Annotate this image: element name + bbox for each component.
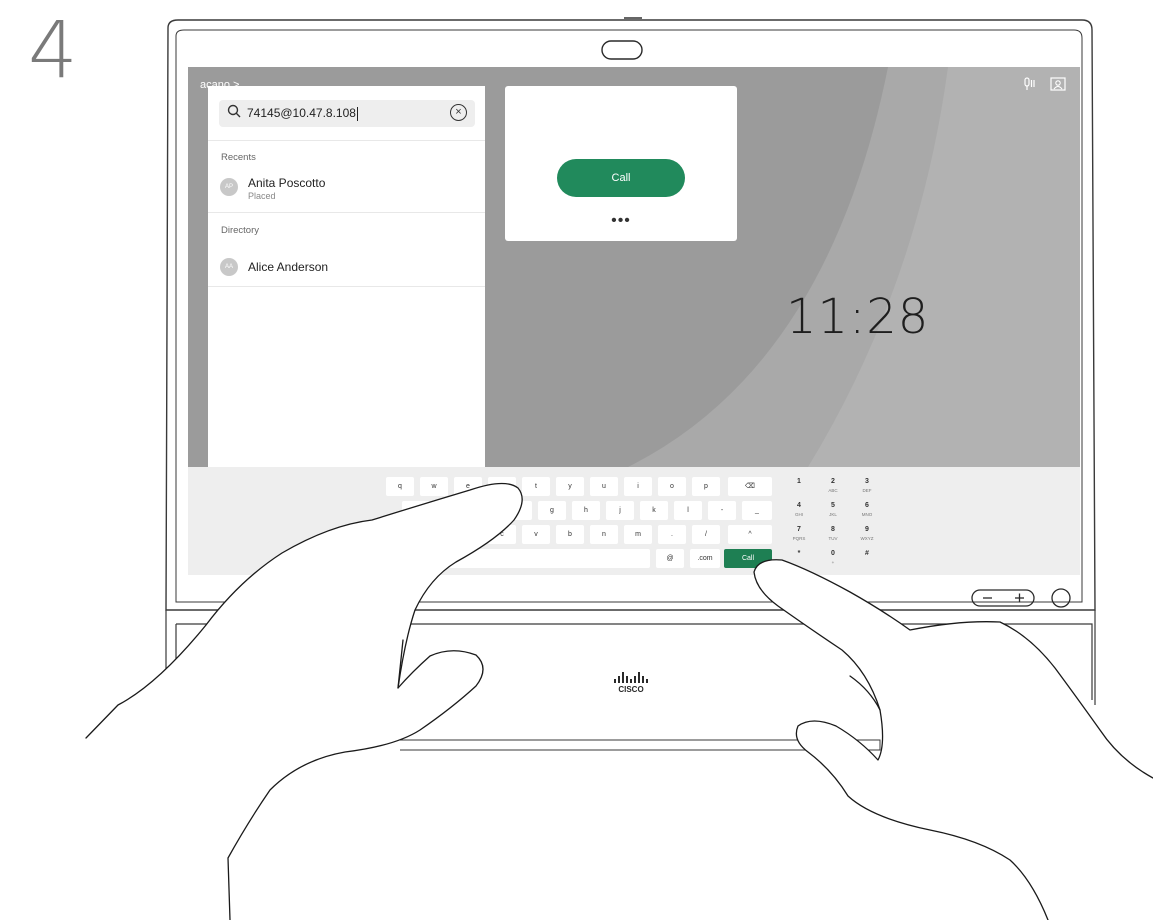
hands-illustration: [85, 482, 1153, 920]
